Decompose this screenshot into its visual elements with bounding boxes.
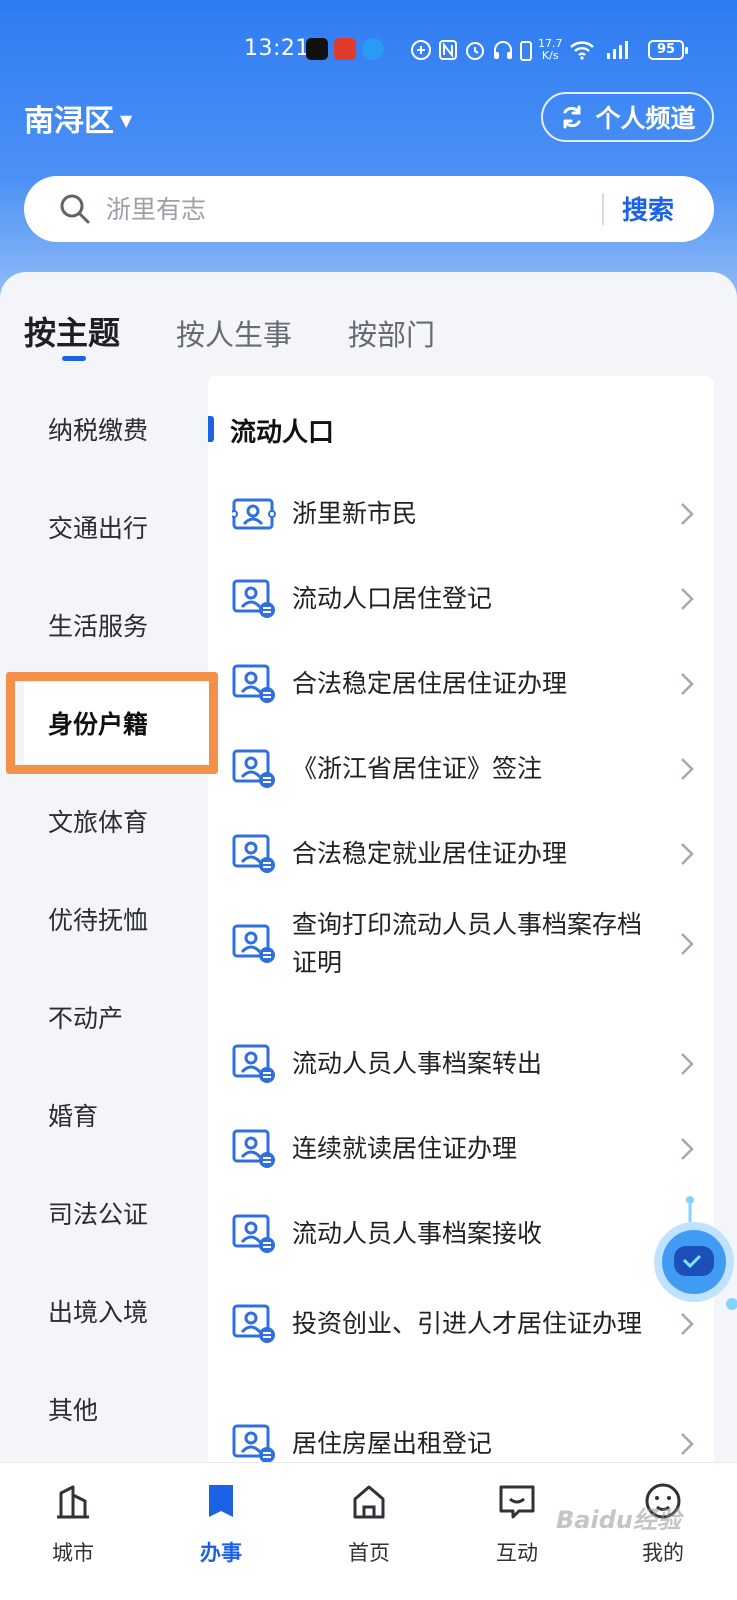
topic-tabs: 按主题 按人生事 按部门: [24, 308, 491, 354]
search-divider: [602, 193, 604, 225]
category-judicial[interactable]: 司法公证: [0, 1164, 210, 1262]
service-item[interactable]: 《浙江省居住证》签注: [208, 737, 714, 801]
status-bar: 13:21 17.7 K/s 95: [0, 30, 737, 70]
headphones-icon: [494, 41, 512, 59]
category-marriage-birth[interactable]: 婚育: [0, 1066, 210, 1164]
service-item-label: 流动人员人事档案转出: [292, 1049, 543, 1078]
search-input[interactable]: [106, 194, 576, 224]
wifi-icon: [569, 41, 594, 60]
search-icon: [60, 194, 90, 224]
highlight-annotation: [6, 672, 218, 774]
personal-channel-button[interactable]: 个人频道: [541, 92, 714, 142]
home-icon: [353, 1485, 385, 1519]
id-card-icon: [232, 924, 275, 963]
service-item[interactable]: 流动人员人事档案转出: [208, 1032, 714, 1096]
category-preferential[interactable]: 优待抚恤: [0, 870, 210, 968]
main-content: 按主题 按人生事 按部门 纳税缴费 交通出行 生活服务 身份户籍 文旅体育 优待…: [0, 272, 737, 1496]
service-item[interactable]: 连续就读居住证办理: [208, 1117, 714, 1181]
net-speed: 17.7 K/s: [538, 37, 563, 62]
service-item-label: 《浙江省居住证》签注: [292, 754, 543, 783]
chevron-right-icon: [681, 588, 694, 610]
personal-channel-label: 个人频道: [595, 104, 696, 133]
region-selector[interactable]: 南浔区 ▼: [24, 96, 132, 140]
category-life-services[interactable]: 生活服务: [0, 576, 210, 674]
id-card-icon: [232, 664, 275, 703]
category-real-estate[interactable]: 不动产: [0, 968, 210, 1066]
id-card-icon: [232, 579, 275, 618]
section-marker: [208, 416, 214, 442]
service-item-label: 居住房屋出租登记: [292, 1429, 493, 1458]
id-card-icon: [232, 834, 275, 873]
service-item[interactable]: 投资创业、引进人才居住证办理: [208, 1276, 714, 1372]
tiktok-icon: [306, 38, 328, 60]
service-item[interactable]: 合法稳定就业居住证办理: [208, 822, 714, 886]
id-card-icon: [232, 1044, 275, 1083]
chevron-right-icon: [681, 843, 694, 865]
category-exit-entry[interactable]: 出境入境: [0, 1262, 210, 1360]
section-title: 流动人口: [230, 418, 335, 448]
tab-by-department[interactable]: 按部门: [348, 312, 435, 354]
region-label: 南浔区: [24, 104, 114, 139]
service-item-label: 流动人员人事档案接收: [292, 1219, 543, 1248]
category-traffic[interactable]: 交通出行: [0, 478, 210, 576]
id-card-icon: [232, 1214, 275, 1253]
status-indicators: 17.7 K/s: [410, 36, 631, 64]
service-item-label: 查询打印流动人员人事档案存档证明: [292, 910, 643, 977]
chevron-right-icon: [681, 1433, 694, 1455]
news-app-icon: [334, 38, 356, 60]
services-icon: [209, 1485, 233, 1517]
active-tab-indicator: [62, 356, 86, 361]
assistant-robot-icon[interactable]: [646, 1194, 737, 1324]
chat-icon: [499, 1485, 535, 1519]
id-card-icon: [232, 1424, 275, 1463]
chevron-right-icon: [681, 1138, 694, 1160]
search-button[interactable]: 搜索: [622, 190, 674, 227]
battery-indicator: 95: [648, 40, 688, 60]
service-item-label: 浙里新市民: [292, 499, 418, 528]
service-item[interactable]: 浙里新市民: [208, 482, 714, 546]
service-item-label: 流动人口居住登记: [292, 584, 493, 613]
status-time: 13:21: [244, 36, 310, 61]
alarm-icon: [466, 42, 484, 60]
service-item[interactable]: 流动人员人事档案接收: [208, 1202, 714, 1266]
nav-city[interactable]: 城市: [28, 1481, 118, 1567]
nav-services[interactable]: 办事: [176, 1481, 266, 1567]
tab-by-theme[interactable]: 按主题: [24, 308, 120, 354]
chevron-right-icon: [681, 933, 694, 955]
chevron-right-icon: [681, 758, 694, 780]
id-card-icon: [232, 1304, 275, 1343]
refresh-icon: [563, 105, 581, 129]
service-item[interactable]: 流动人口居住登记: [208, 567, 714, 631]
service-item[interactable]: 合法稳定居住居住证办理: [208, 652, 714, 716]
id-card-icon: [232, 1129, 275, 1168]
browser-app-icon: [362, 38, 384, 60]
resident-card-icon: [232, 498, 276, 530]
battery-saver-icon: [520, 41, 532, 61]
category-other[interactable]: 其他: [0, 1360, 210, 1458]
service-item-label: 投资创业、引进人才居住证办理: [292, 1309, 643, 1338]
nav-interaction[interactable]: 互动: [472, 1481, 562, 1567]
nfc-icon: [439, 40, 457, 60]
baidu-watermark: Baidu经验: [556, 1506, 681, 1534]
category-tax[interactable]: 纳税缴费: [0, 380, 210, 478]
id-card-icon: [232, 749, 275, 788]
chevron-right-icon: [681, 673, 694, 695]
search-bar[interactable]: 搜索: [24, 176, 714, 242]
service-item-label: 合法稳定就业居住证办理: [292, 839, 568, 868]
service-item[interactable]: 查询打印流动人员人事档案存档证明: [208, 896, 714, 992]
caret-down-icon: ▼: [120, 110, 133, 130]
nav-home[interactable]: 首页: [324, 1481, 414, 1567]
service-list-panel: 流动人口 浙里新市民流动人口居住登记合法稳定居住居住证办理 《浙江省居住证》签注合…: [208, 376, 714, 1496]
signal-icon: [606, 41, 628, 59]
vpn-icon: [411, 40, 431, 60]
category-sidebar: 纳税缴费 交通出行 生活服务 身份户籍 文旅体育 优待抚恤 不动产 婚育 司法公…: [0, 380, 210, 1458]
tab-by-life-event[interactable]: 按人生事: [176, 312, 292, 354]
city-icon: [57, 1485, 89, 1519]
service-item-label: 连续就读居住证办理: [292, 1134, 518, 1163]
service-item-label: 合法稳定居住居住证办理: [292, 669, 568, 698]
chevron-right-icon: [681, 503, 694, 525]
chevron-right-icon: [681, 1053, 694, 1075]
category-culture-sports[interactable]: 文旅体育: [0, 772, 210, 870]
